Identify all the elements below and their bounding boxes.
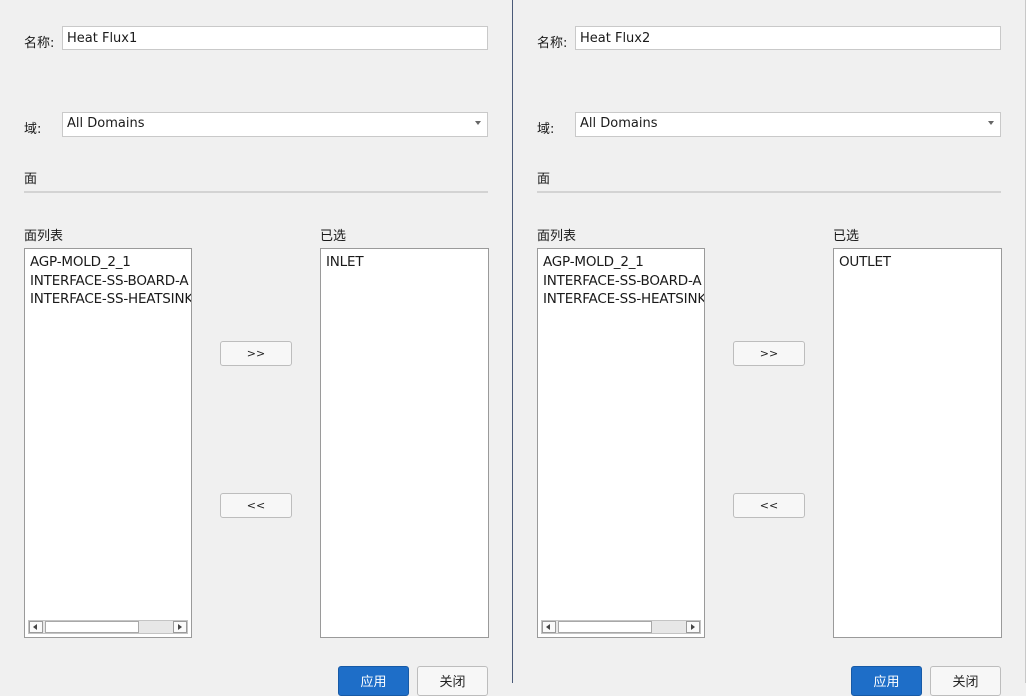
- selected-list-label: 已选: [320, 229, 347, 244]
- add-to-selected-button[interactable]: >>: [733, 341, 805, 366]
- scrollbar-thumb[interactable]: [558, 621, 652, 633]
- list-item[interactable]: OUTLET: [839, 253, 1001, 272]
- arrow-left-icon: [33, 624, 37, 630]
- section-divider: [24, 191, 488, 193]
- horizontal-scrollbar[interactable]: [541, 620, 701, 634]
- remove-from-selected-button[interactable]: <<: [220, 493, 292, 518]
- remove-from-selected-button[interactable]: <<: [733, 493, 805, 518]
- heat-flux-panel-2: 名称: 域: All Domains 面 面列表 已选 AGP-MOLD_2_1…: [513, 0, 1025, 696]
- scroll-left-button[interactable]: [29, 621, 43, 633]
- selected-listbox[interactable]: OUTLET: [833, 248, 1002, 638]
- horizontal-scrollbar[interactable]: [28, 620, 188, 634]
- apply-button[interactable]: 应用: [338, 666, 409, 696]
- domain-dropdown[interactable]: All Domains: [62, 112, 488, 137]
- arrow-right-icon: [691, 624, 695, 630]
- name-input[interactable]: [575, 26, 1001, 50]
- list-item[interactable]: INTERFACE-SS-BOARD-A: [543, 272, 704, 291]
- list-item[interactable]: INTERFACE-SS-HEATSINK: [543, 290, 704, 309]
- add-to-selected-button[interactable]: >>: [220, 341, 292, 366]
- list-item[interactable]: AGP-MOLD_2_1: [30, 253, 191, 272]
- selected-listbox[interactable]: INLET: [320, 248, 489, 638]
- heat-flux-panel-1: 名称: 域: All Domains 面 面列表 已选 AGP-MOLD_2_1…: [0, 0, 512, 696]
- domain-label: 域:: [537, 122, 555, 137]
- faces-section-title: 面: [537, 172, 551, 187]
- faces-list-label: 面列表: [24, 229, 64, 244]
- close-button[interactable]: 关闭: [417, 666, 488, 696]
- faces-listbox[interactable]: AGP-MOLD_2_1 INTERFACE-SS-BOARD-A INTERF…: [537, 248, 705, 638]
- domain-dropdown-value: All Domains: [67, 116, 145, 131]
- scroll-left-button[interactable]: [542, 621, 556, 633]
- selected-list-label: 已选: [833, 229, 860, 244]
- domain-dropdown-value: All Domains: [580, 116, 658, 131]
- name-label: 名称:: [24, 36, 55, 51]
- arrow-right-icon: [178, 624, 182, 630]
- faces-section-title: 面: [24, 172, 38, 187]
- scroll-right-button[interactable]: [173, 621, 187, 633]
- apply-button[interactable]: 应用: [851, 666, 922, 696]
- arrow-left-icon: [546, 624, 550, 630]
- list-item[interactable]: AGP-MOLD_2_1: [543, 253, 704, 272]
- scroll-right-button[interactable]: [686, 621, 700, 633]
- list-item[interactable]: INLET: [326, 253, 488, 272]
- domain-dropdown[interactable]: All Domains: [575, 112, 1001, 137]
- chevron-down-icon: [475, 121, 481, 125]
- domain-label: 域:: [24, 122, 42, 137]
- scrollbar-thumb[interactable]: [45, 621, 139, 633]
- faces-list-label: 面列表: [537, 229, 577, 244]
- faces-listbox[interactable]: AGP-MOLD_2_1 INTERFACE-SS-BOARD-A INTERF…: [24, 248, 192, 638]
- chevron-down-icon: [988, 121, 994, 125]
- section-divider: [537, 191, 1001, 193]
- list-item[interactable]: INTERFACE-SS-BOARD-A: [30, 272, 191, 291]
- name-input[interactable]: [62, 26, 488, 50]
- name-label: 名称:: [537, 36, 568, 51]
- close-button[interactable]: 关闭: [930, 666, 1001, 696]
- list-item[interactable]: INTERFACE-SS-HEATSINK: [30, 290, 191, 309]
